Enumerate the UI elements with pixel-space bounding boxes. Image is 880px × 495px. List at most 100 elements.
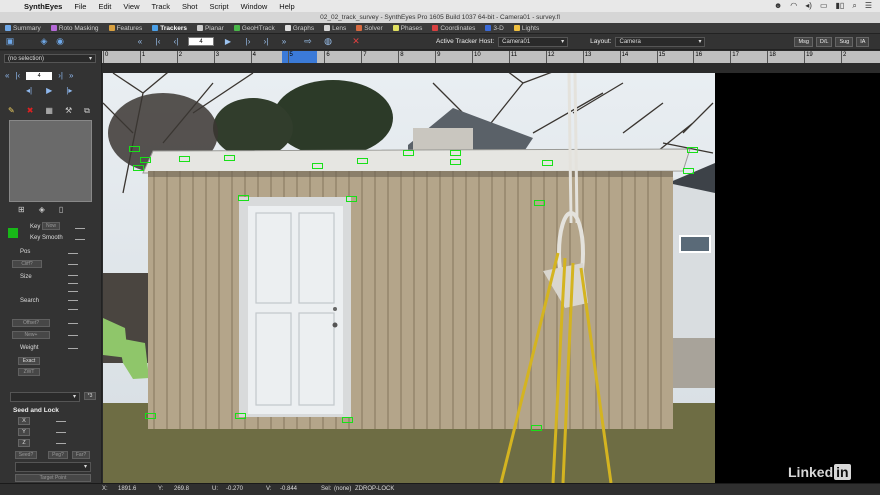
z-button[interactable]: Z xyxy=(18,439,30,447)
battery-icon[interactable]: ▮▯ xyxy=(836,1,845,11)
peg-button[interactable]: Peg? xyxy=(48,451,68,459)
new-plus-button[interactable]: New+ xyxy=(12,331,50,339)
link-icon[interactable]: ⧉ xyxy=(84,106,90,116)
prev-key-button[interactable]: ‹| xyxy=(170,37,182,46)
seed-mode-select[interactable]: ▾ xyxy=(15,462,91,472)
fast-forward-button[interactable]: » xyxy=(278,37,290,46)
wrench-icon[interactable]: ⚒ xyxy=(65,106,72,116)
tracker-marker[interactable] xyxy=(687,147,698,153)
menu-app[interactable]: SynthEyes xyxy=(18,2,68,11)
room-tab-lights[interactable]: Lights xyxy=(509,23,544,34)
film-icon[interactable]: ▦ xyxy=(45,106,53,116)
exact-button[interactable]: Exact xyxy=(18,357,40,365)
menu-file[interactable]: File xyxy=(68,2,92,11)
room-tab-coordinates[interactable]: Coordinates xyxy=(427,23,480,34)
dl-button[interactable]: D/L xyxy=(815,36,833,47)
tracker-color-swatch[interactable] xyxy=(8,228,18,238)
tracker-marker[interactable] xyxy=(346,196,357,202)
far-button[interactable]: Far? xyxy=(72,451,90,459)
menu-edit[interactable]: Edit xyxy=(92,2,117,11)
layout-select[interactable]: Camera ▾ xyxy=(615,36,706,47)
tracker-marker[interactable] xyxy=(238,195,249,201)
forward-track-icon[interactable]: ⇨ xyxy=(302,36,314,47)
room-tab-summary[interactable]: Summary xyxy=(0,23,46,34)
tracker-marker[interactable] xyxy=(235,413,246,419)
fast-forward-icon[interactable]: » xyxy=(69,71,73,80)
save-icon[interactable]: ▣ xyxy=(4,36,16,47)
open-icon[interactable]: ◈ xyxy=(38,36,50,47)
tracker-marker[interactable] xyxy=(534,200,545,206)
list-icon[interactable]: ☰ xyxy=(865,1,872,11)
diamond-icon[interactable]: ◈ xyxy=(39,205,45,214)
timeline[interactable]: 01234567891011121314151617181920 xyxy=(102,51,850,63)
room-tab-trackers[interactable]: Trackers xyxy=(147,23,192,34)
y-button[interactable]: Y xyxy=(18,428,30,436)
tracker-marker[interactable] xyxy=(129,146,140,152)
play-back-icon[interactable]: ◂| xyxy=(26,86,32,95)
tracker-marker[interactable] xyxy=(312,163,323,169)
shot-icon[interactable]: ◉ xyxy=(54,36,66,47)
rewind-button[interactable]: « xyxy=(134,37,146,46)
selection-dropdown[interactable]: (no selection) ▾ xyxy=(4,54,96,63)
room-tab-phases[interactable]: Phases xyxy=(388,23,428,34)
tracker-preview[interactable] xyxy=(9,120,92,202)
menu-window[interactable]: Window xyxy=(235,2,274,11)
solve-icon[interactable]: ◍ xyxy=(322,36,334,47)
next-key-button[interactable]: |› xyxy=(242,37,254,46)
battery-tool-icon[interactable]: ▯ xyxy=(59,205,63,214)
now-button[interactable]: Now xyxy=(42,222,60,230)
first-frame-button[interactable]: |‹ xyxy=(152,37,164,46)
camera-viewport[interactable] xyxy=(103,73,715,483)
tracker-marker[interactable] xyxy=(450,159,461,165)
seed-button[interactable]: Seed? xyxy=(15,451,37,459)
tracker-marker[interactable] xyxy=(683,168,694,174)
tracker-marker[interactable] xyxy=(145,413,156,419)
tracker-marker[interactable] xyxy=(357,158,368,164)
display-icon[interactable]: ▭ xyxy=(820,1,828,11)
room-tab-roto-masking[interactable]: Roto Masking xyxy=(46,23,104,34)
play-button[interactable]: ▶ xyxy=(222,37,234,46)
room-tab-graphs[interactable]: Graphs xyxy=(280,23,319,34)
room-tab-features[interactable]: Features xyxy=(104,23,148,34)
next-frame-icon[interactable]: ›| xyxy=(58,71,63,80)
menu-help[interactable]: Help xyxy=(273,2,300,11)
menu-shot[interactable]: Shot xyxy=(176,2,203,11)
create-tracker-icon[interactable]: ✎ xyxy=(8,106,15,116)
play-forward-icon[interactable]: |▸ xyxy=(66,86,72,95)
prev-frame-icon[interactable]: |‹ xyxy=(15,71,20,80)
tracker-marker[interactable] xyxy=(342,417,353,423)
tracker-marker[interactable] xyxy=(531,425,542,431)
offset-button[interactable]: Offset? xyxy=(12,319,50,327)
sug-button[interactable]: Sug xyxy=(835,36,854,47)
room-tab-planar[interactable]: Planar xyxy=(192,23,229,34)
frame-input[interactable]: 4 xyxy=(188,37,214,46)
menu-track[interactable]: Track xyxy=(146,2,176,11)
room-tab-lens[interactable]: Lens xyxy=(319,23,351,34)
active-tracker-host-select[interactable]: Camera01 ▾ xyxy=(498,36,569,47)
msg-button[interactable]: Msg xyxy=(794,36,813,47)
tracker-marker[interactable] xyxy=(133,165,144,171)
tracker-marker[interactable] xyxy=(403,150,414,156)
delete-tracker-icon[interactable]: ✖ xyxy=(27,106,34,116)
room-tab-solver[interactable]: Solver xyxy=(351,23,387,34)
zwt-button[interactable]: ZWT xyxy=(18,368,40,376)
tracker-marker[interactable] xyxy=(179,156,190,162)
tracker-filter-select[interactable]: ▾ xyxy=(10,392,80,402)
target-point-button[interactable]: Target Point xyxy=(15,474,91,482)
tracker-marker[interactable] xyxy=(542,160,553,166)
panel-frame-input[interactable]: 4 xyxy=(26,71,53,80)
menu-script[interactable]: Script xyxy=(203,2,234,11)
tracker-marker[interactable] xyxy=(450,150,461,156)
last-frame-button[interactable]: ›| xyxy=(260,37,272,46)
room-tab-geohtrack[interactable]: GeoHTrack xyxy=(229,23,280,34)
count-button[interactable]: *3 xyxy=(84,392,96,400)
tracker-marker[interactable] xyxy=(224,155,235,161)
rewind-icon[interactable]: « xyxy=(5,71,9,80)
lock-cross-icon[interactable]: ✕ xyxy=(350,36,362,47)
wifi-icon[interactable]: ◠ xyxy=(790,1,797,11)
x-button[interactable]: X xyxy=(18,417,30,425)
cliff-button[interactable]: Cliff? xyxy=(12,260,42,268)
menu-view[interactable]: View xyxy=(117,2,145,11)
room-tab-3-d[interactable]: 3-D xyxy=(480,23,508,34)
grid-icon[interactable]: ⊞ xyxy=(18,205,25,214)
